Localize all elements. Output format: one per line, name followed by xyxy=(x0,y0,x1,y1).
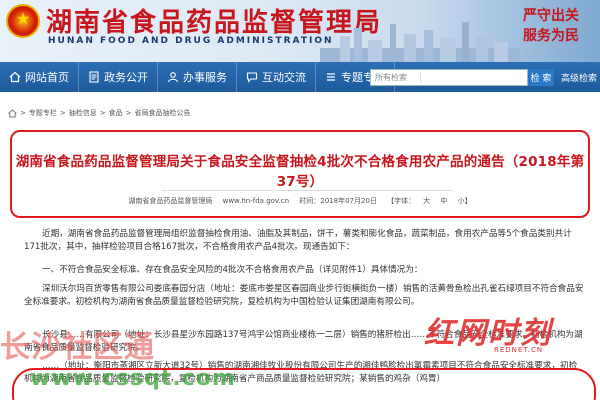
document-icon xyxy=(89,71,99,83)
article-heading-panel: 湖南省食品药品监督管理局关于食品安全监督抽检4批次不合格食用农产品的通告（201… xyxy=(10,130,590,218)
highlight-oval xyxy=(12,368,596,400)
breadcrumb-item[interactable]: 专题专栏 xyxy=(29,108,57,118)
font-size-large-link[interactable]: 大 xyxy=(423,197,430,205)
breadcrumb: > 专题专栏 > 抽检信息 > 食品 > 省局食品抽检公告 xyxy=(8,108,191,118)
search-box: 所有检索 xyxy=(370,69,528,86)
person-icon xyxy=(167,72,179,83)
nav-item-label: 政务公开 xyxy=(104,71,148,84)
article-source: 湖南省食品药品监督管理局 xyxy=(128,197,213,205)
nav-item-home[interactable]: 网站首页 xyxy=(0,62,79,92)
article-title: 湖南省食品药品监督管理局关于食品安全监督抽检4批次不合格食用农产品的通告（201… xyxy=(15,154,585,190)
slogan-line-1: 严守出关 xyxy=(523,8,579,24)
breadcrumb-separator: > xyxy=(125,109,132,117)
font-size-medium-link[interactable]: 中 xyxy=(440,197,447,205)
breadcrumb-separator: > xyxy=(59,109,66,117)
rednet-watermark-sub: REDNET.CN xyxy=(494,346,544,354)
breadcrumb-item[interactable]: 省局食品抽检公告 xyxy=(135,108,191,118)
search-button[interactable]: 检 索 xyxy=(528,69,554,86)
nav-item-label: 互动交流 xyxy=(262,71,306,84)
site-watermark: 长沙社区通 xyxy=(0,330,155,365)
article-paragraph: 一、不符合食品安全标准、存在食品安全风险的4批次不合格食用农产品（详见附件1）具… xyxy=(42,265,423,275)
search-scope-select[interactable]: 所有检索 xyxy=(371,72,421,83)
nav-item-label: 办事服务 xyxy=(183,71,227,84)
search-input[interactable] xyxy=(421,73,527,82)
list-icon xyxy=(327,73,335,81)
font-size-small-link[interactable]: 小】 xyxy=(458,197,472,205)
breadcrumb-item[interactable]: 食品 xyxy=(109,108,123,118)
divider xyxy=(162,190,452,191)
site-banner: 湖南省食品药品监督管理局 HUNAN FOOD AND DRUG ADMINIS… xyxy=(0,0,600,62)
article-date: 时间：2018年07月20日 xyxy=(299,197,377,205)
font-size-label: 【字体： xyxy=(387,197,416,205)
slogan: 严守出关 服务为民 xyxy=(516,6,586,46)
article-paragraph: 深圳沃尔玛百货零售有限公司娄底春园分店（地址：娄底市娄星区春园商业步行街横街负一… xyxy=(24,284,584,307)
nav-item-services[interactable]: 办事服务 xyxy=(158,62,237,92)
city-skyline-image xyxy=(320,22,520,62)
national-emblem-icon xyxy=(6,4,40,38)
nav-item-gov-affairs[interactable]: 政务公开 xyxy=(79,62,158,92)
breadcrumb-item[interactable]: 抽检信息 xyxy=(69,108,97,118)
home-icon xyxy=(9,71,21,83)
nav-item-interaction[interactable]: 互动交流 xyxy=(237,62,316,92)
main-nav: 网站首页 政务公开 办事服务 互动交流 专题专栏 所有检索 检 索 高级检索 xyxy=(0,62,600,92)
slogan-line-2: 服务为民 xyxy=(523,28,579,44)
breadcrumb-home-icon xyxy=(8,108,17,117)
breadcrumb-separator: > xyxy=(99,109,106,117)
article-website: www.hn-fda.gov.cn xyxy=(222,197,290,205)
advanced-search-button[interactable]: 高级检索 xyxy=(560,69,598,86)
rednet-watermark: 红网时刻 REDNET.CN xyxy=(424,308,584,358)
article-meta: 湖南省食品药品监督管理局 www.hn-fda.gov.cn 时间：2018年0… xyxy=(12,196,588,206)
article-paragraph: 近期，湖南省食品药品监督管理局组织监督抽检食用油、油脂及其制品，饼干，薯类和膨化… xyxy=(24,229,572,252)
site-subtitle: HUNAN FOOD AND DRUG ADMINISTRATION xyxy=(48,36,334,46)
nav-item-label: 网站首页 xyxy=(25,71,69,84)
breadcrumb-separator: > xyxy=(20,109,26,117)
chat-icon xyxy=(246,72,258,83)
